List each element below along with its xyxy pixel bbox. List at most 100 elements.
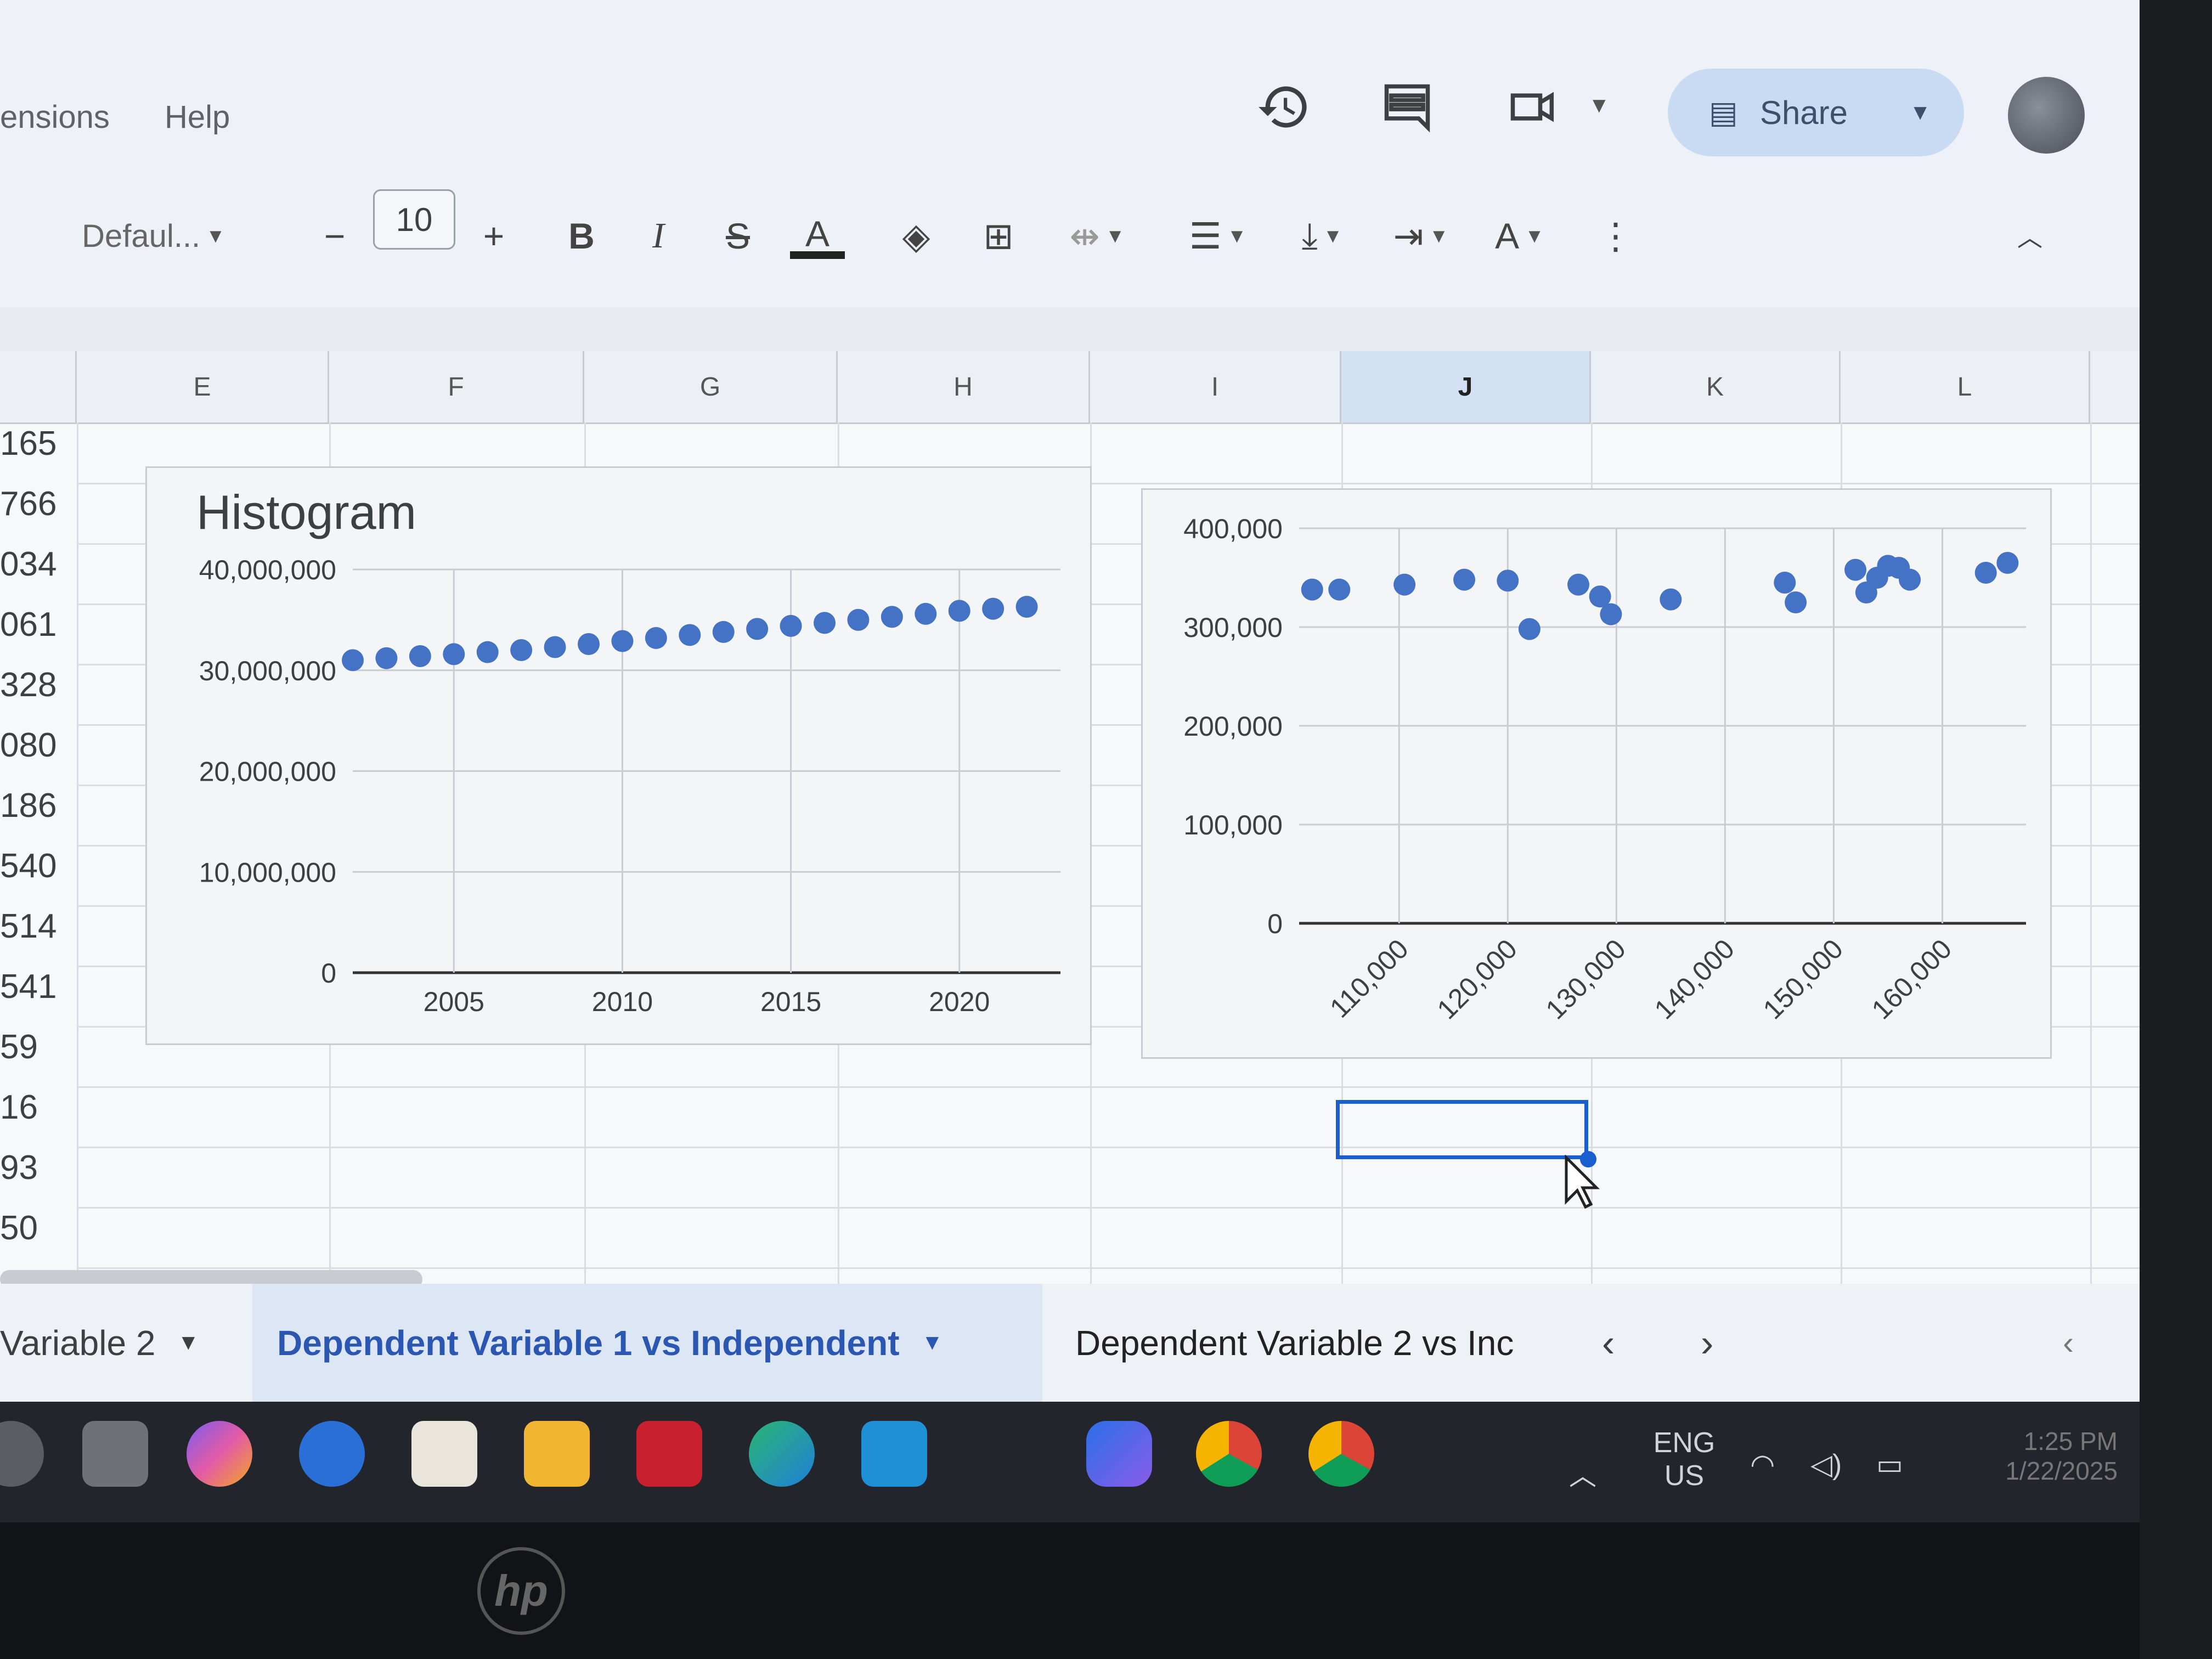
data-point[interactable]: [1518, 618, 1541, 640]
column-header-e[interactable]: E: [77, 351, 329, 422]
data-point[interactable]: [881, 606, 903, 628]
avatar[interactable]: [2008, 77, 2085, 154]
data-point[interactable]: [915, 602, 937, 625]
data-point[interactable]: [746, 618, 769, 640]
data-point[interactable]: [409, 645, 431, 668]
merge-cells-icon[interactable]: ⇹ ▼: [1053, 198, 1141, 274]
edge-icon[interactable]: [749, 1421, 815, 1487]
show-hidden-icons-icon[interactable]: ︿: [1569, 1454, 1596, 1493]
column-header-g[interactable]: G: [584, 351, 838, 422]
data-point[interactable]: [1774, 572, 1796, 594]
text-rotation-button[interactable]: A ▼: [1476, 198, 1564, 274]
font-family-select[interactable]: Defaul... ▼: [71, 198, 236, 274]
data-point[interactable]: [948, 600, 970, 622]
chevron-down-icon[interactable]: ▼: [177, 1330, 199, 1355]
mcafee-icon[interactable]: [636, 1421, 702, 1487]
data-point[interactable]: [1785, 591, 1807, 613]
selected-cell[interactable]: [1336, 1100, 1588, 1159]
data-point[interactable]: [1497, 569, 1519, 592]
bold-button[interactable]: B: [560, 198, 603, 274]
data-point[interactable]: [1453, 568, 1476, 591]
column-header-j[interactable]: J: [1341, 351, 1591, 422]
data-point[interactable]: [1301, 578, 1323, 601]
histogram-chart[interactable]: Histogram 0 10,000,000 20,000,000 30,000,00…: [145, 466, 1092, 1045]
copilot-icon[interactable]: [187, 1421, 252, 1487]
sheet-tab-variable-2[interactable]: Variable 2 ▼: [0, 1284, 252, 1402]
share-button[interactable]: ▤ Share ▼: [1668, 69, 1964, 156]
column-header-f[interactable]: F: [329, 351, 584, 422]
data-point[interactable]: [342, 649, 364, 672]
data-point[interactable]: [1600, 603, 1622, 625]
sheet-tab-dependent-variable-1[interactable]: Dependent Variable 1 vs Independent ▼: [252, 1284, 1042, 1402]
meet-chevron-down-icon[interactable]: ▼: [1588, 93, 1610, 118]
data-point[interactable]: [1015, 595, 1038, 618]
data-point[interactable]: [578, 633, 600, 655]
x-tick-label: 150,000: [1757, 933, 1849, 1025]
fill-color-icon[interactable]: ◈: [889, 198, 944, 274]
version-history-icon[interactable]: [1254, 77, 1314, 137]
data-point[interactable]: [1393, 573, 1416, 596]
column-header-k[interactable]: K: [1591, 351, 1841, 422]
copilot-app-icon[interactable]: [1086, 1421, 1152, 1487]
borders-icon[interactable]: ⊞: [971, 198, 1026, 274]
collapse-toolbar-icon[interactable]: ︿: [2005, 198, 2055, 274]
data-point[interactable]: [443, 643, 465, 665]
data-point[interactable]: [1974, 562, 1997, 584]
text-wrapping-icon[interactable]: ⇥ ▼: [1377, 198, 1465, 274]
battery-icon[interactable]: ▭: [1876, 1448, 1903, 1481]
menu-extensions[interactable]: ensions: [0, 99, 110, 136]
data-point[interactable]: [476, 641, 499, 663]
file-explorer-icon[interactable]: [524, 1421, 590, 1487]
scroll-tabs-right-icon[interactable]: ›: [1701, 1284, 1734, 1402]
data-point[interactable]: [712, 620, 735, 643]
text-color-button[interactable]: A: [790, 198, 845, 274]
data-point[interactable]: [1996, 552, 2019, 574]
italic-button[interactable]: I: [636, 198, 680, 274]
column-header-h[interactable]: H: [838, 351, 1090, 422]
data-point[interactable]: [611, 630, 634, 652]
decrease-font-size-button[interactable]: −: [313, 198, 357, 274]
search-icon[interactable]: [82, 1421, 148, 1487]
font-size-input[interactable]: 10: [373, 189, 455, 250]
side-panel-chevron-icon[interactable]: ‹: [2063, 1284, 2096, 1402]
wifi-icon[interactable]: ◠: [1750, 1448, 1775, 1481]
volume-icon[interactable]: ◁): [1810, 1448, 1842, 1481]
sheet-tab-dependent-variable-2[interactable]: Dependent Variable 2 vs Inc: [1075, 1284, 1558, 1402]
data-point[interactable]: [1899, 568, 1921, 591]
menu-help[interactable]: Help: [165, 99, 230, 136]
data-point[interactable]: [814, 612, 836, 634]
data-point[interactable]: [780, 614, 802, 637]
chrome-profile-icon[interactable]: [1308, 1421, 1374, 1487]
data-point[interactable]: [982, 597, 1005, 620]
data-point[interactable]: [1844, 558, 1867, 581]
myhp-icon[interactable]: [861, 1421, 927, 1487]
meet-video-icon[interactable]: [1503, 77, 1564, 137]
data-point[interactable]: [645, 627, 667, 649]
data-point[interactable]: [510, 639, 533, 661]
data-point[interactable]: [1660, 588, 1682, 611]
data-point[interactable]: [375, 647, 398, 669]
store-icon[interactable]: [411, 1421, 477, 1487]
strikethrough-icon[interactable]: S: [713, 198, 763, 274]
data-point[interactable]: [1328, 578, 1351, 601]
clock[interactable]: 1:25 PM 1/22/2025: [1953, 1426, 2118, 1486]
scatter-chart[interactable]: 0 100,000 200,000 300,000 400,000 110,000 120,…: [1141, 488, 2052, 1059]
horizontal-align-icon[interactable]: ☰ ▼: [1174, 198, 1262, 274]
column-header-i[interactable]: I: [1090, 351, 1341, 422]
scroll-tabs-left-icon[interactable]: ‹: [1602, 1284, 1635, 1402]
data-point[interactable]: [847, 608, 870, 631]
share-chevron-down-icon[interactable]: ▼: [1909, 100, 1931, 125]
column-header-l[interactable]: L: [1841, 351, 2090, 422]
language-indicator[interactable]: ENG US: [1646, 1426, 1723, 1492]
comment-icon[interactable]: [1377, 77, 1437, 137]
data-point[interactable]: [544, 636, 566, 658]
more-options-icon[interactable]: ⋮: [1594, 198, 1638, 274]
vertical-align-icon[interactable]: ⤓ ▼: [1278, 198, 1366, 274]
help-icon[interactable]: [299, 1421, 365, 1487]
data-point[interactable]: [1567, 573, 1590, 596]
data-point[interactable]: [1855, 582, 1877, 603]
data-point[interactable]: [679, 624, 701, 646]
increase-font-size-button[interactable]: +: [472, 198, 516, 274]
chrome-icon[interactable]: [1196, 1421, 1262, 1487]
chevron-down-icon[interactable]: ▼: [922, 1330, 944, 1355]
